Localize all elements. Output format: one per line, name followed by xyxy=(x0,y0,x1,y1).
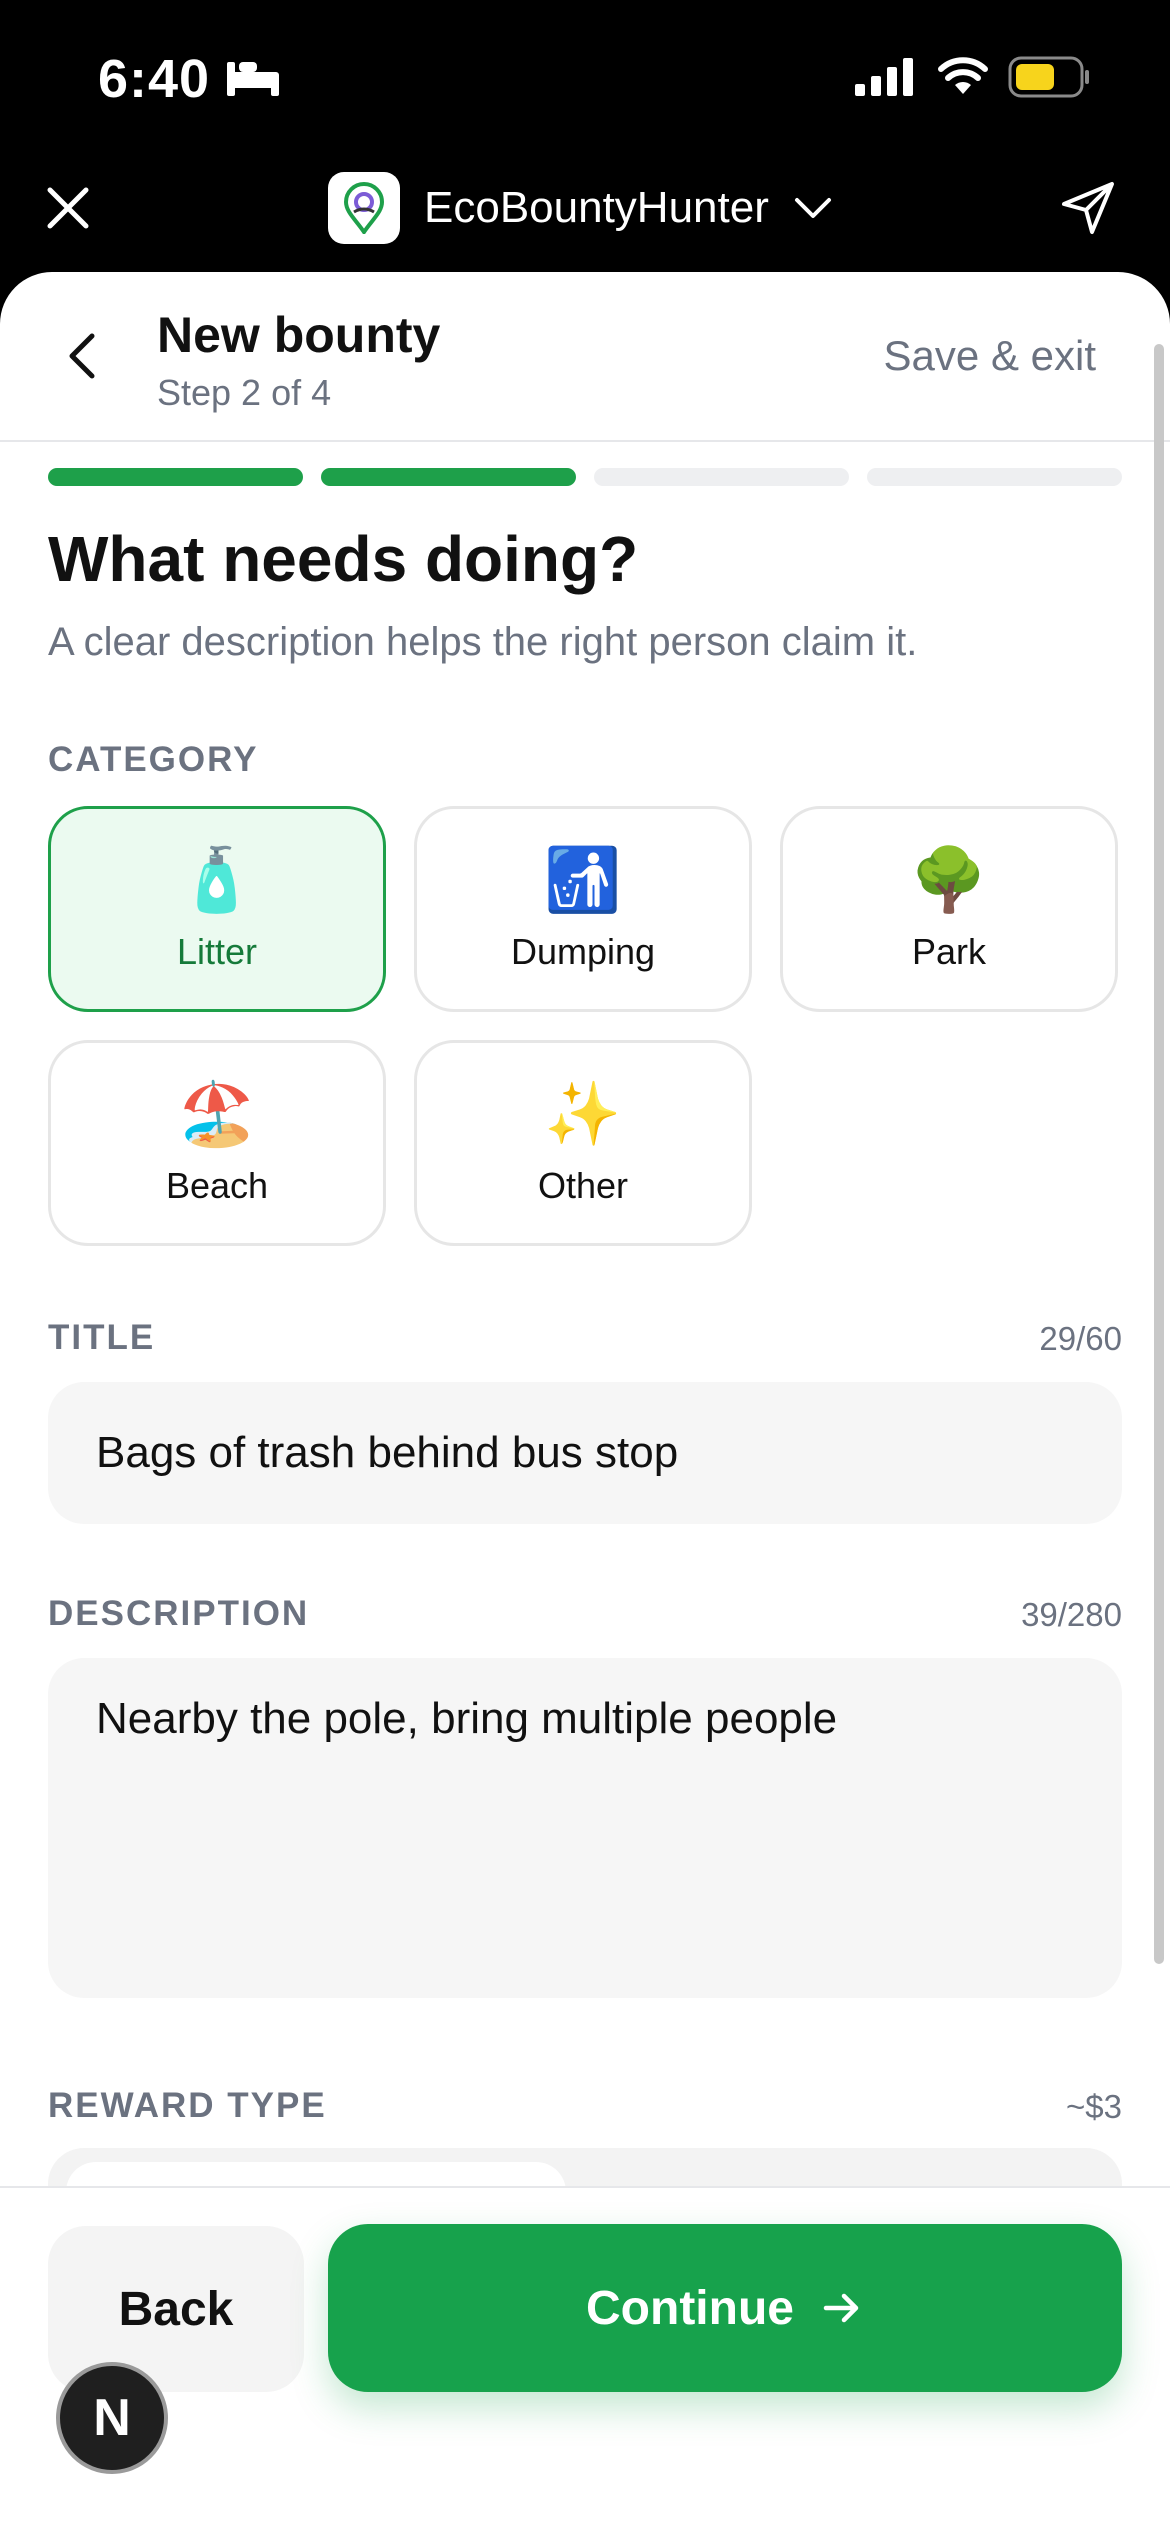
reward-estimate: ~$3 xyxy=(1066,2088,1122,2125)
category-label-text: Litter xyxy=(176,931,258,972)
bed-icon xyxy=(227,62,279,96)
wifi-icon xyxy=(938,57,988,94)
step-progress-bar xyxy=(48,468,1122,486)
progress-segment xyxy=(48,468,303,486)
description-textarea[interactable]: Nearby the pole, bring multiple people xyxy=(48,1658,1122,1998)
continue-button-label: Continue xyxy=(586,2281,794,2335)
page-title: New bounty xyxy=(157,307,441,363)
trash-can-icon: 🚮 xyxy=(544,846,622,915)
description-field-label: DESCRIPTION xyxy=(48,1594,310,1633)
save-exit-button[interactable]: Save & exit xyxy=(884,332,1096,380)
title-input[interactable]: Bags of trash behind bus stop xyxy=(48,1382,1122,1524)
beach-umbrella-icon: 🏖️ xyxy=(178,1080,256,1149)
progress-segment xyxy=(594,468,849,486)
progress-segment xyxy=(867,468,1122,486)
category-other[interactable]: ✨ Other xyxy=(414,1040,752,1246)
sheet-header: New bounty Step 2 of 4 Save & exit xyxy=(0,272,1170,442)
app-bar: EcoBountyHunter xyxy=(0,160,1170,280)
dev-tools-badge[interactable]: N xyxy=(56,2362,168,2474)
category-park[interactable]: 🌳 Park xyxy=(780,806,1118,1012)
close-icon[interactable] xyxy=(44,184,92,232)
step-indicator: Step 2 of 4 xyxy=(157,372,332,413)
signal-icon xyxy=(855,58,913,96)
continue-button[interactable]: Continue xyxy=(328,2224,1122,2392)
category-label-text: Beach xyxy=(165,1165,269,1206)
title-field-label: TITLE xyxy=(48,1318,156,1357)
title-input-value: Bags of trash behind bus stop xyxy=(96,1428,679,1477)
category-label-text: Park xyxy=(911,931,987,972)
back-chevron-icon[interactable] xyxy=(56,328,112,384)
app-switcher[interactable]: EcoBountyHunter xyxy=(328,170,833,246)
progress-segment xyxy=(321,468,576,486)
category-label-text: Other xyxy=(537,1165,629,1206)
section-subtitle: A clear description helps the right pers… xyxy=(48,620,918,664)
tree-icon: 🌳 xyxy=(910,846,988,915)
arrow-right-icon xyxy=(823,2293,859,2323)
battery-icon xyxy=(1008,56,1089,98)
status-bar: 6:40 xyxy=(0,0,1170,160)
reward-type-label: REWARD TYPE xyxy=(48,2086,327,2125)
category-label: CATEGORY xyxy=(48,740,259,779)
category-label-text: Dumping xyxy=(510,931,656,972)
description-input-value: Nearby the pole, bring multiple people xyxy=(96,1694,838,1743)
title-char-counter: 29/60 xyxy=(1039,1320,1122,1357)
send-icon[interactable] xyxy=(1060,180,1116,236)
scrollbar[interactable] xyxy=(1154,344,1164,1964)
description-char-counter: 39/280 xyxy=(1021,1596,1122,1633)
sparkles-icon: ✨ xyxy=(544,1080,622,1149)
app-name: EcoBountyHunter xyxy=(424,183,769,232)
lotion-bottle-icon: 🧴 xyxy=(178,846,256,915)
category-beach[interactable]: 🏖️ Beach xyxy=(48,1040,386,1246)
status-time: 6:40 xyxy=(98,49,211,109)
location-pin-logo-icon xyxy=(343,182,385,234)
category-dumping[interactable]: 🚮 Dumping xyxy=(414,806,752,1012)
app-logo xyxy=(328,172,400,244)
back-button-label: Back xyxy=(118,2282,234,2336)
section-title: What needs doing? xyxy=(48,523,639,595)
chevron-down-icon xyxy=(794,198,831,218)
category-litter[interactable]: 🧴 Litter xyxy=(48,806,386,1012)
